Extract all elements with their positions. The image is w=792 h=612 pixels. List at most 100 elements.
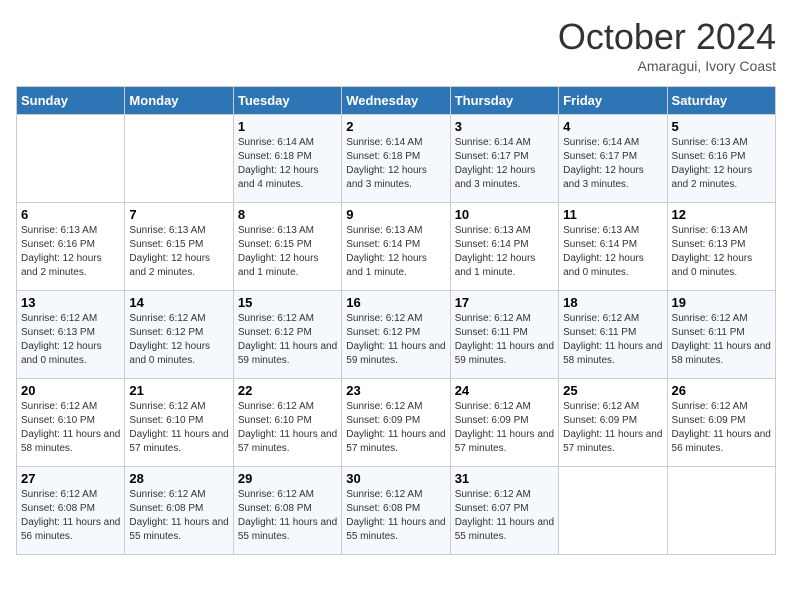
calendar-cell: 25Sunrise: 6:12 AM Sunset: 6:09 PM Dayli…	[559, 379, 667, 467]
day-info: Sunrise: 6:12 AM Sunset: 6:09 PM Dayligh…	[672, 400, 771, 456]
calendar-cell: 26 Sunrise: 6:12 AM Sunset: 6:09 PM Dayli…	[667, 379, 775, 467]
page-header: General Blue October 2024 Amaragui, Ivor…	[16, 16, 776, 74]
day-info: Sunrise: 6:12 AM Sunset: 6:10 PM Dayligh…	[21, 400, 120, 456]
day-number: 23	[346, 383, 445, 398]
calendar-cell: 14 Sunrise: 6:12 AM Sunset: 6:12 PM Dayli…	[125, 291, 233, 379]
day-of-week-thursday: Thursday	[450, 87, 558, 115]
day-number: 5	[672, 119, 771, 134]
day-info: Sunrise: 6:12 AM Sunset: 6:09 PM Dayligh…	[346, 400, 445, 456]
day-number: 31	[455, 471, 554, 486]
day-info: Sunrise: 6:12 AM Sunset: 6:10 PM Dayligh…	[238, 400, 337, 456]
day-info: Sunrise: 6:12 AM Sunset: 6:07 PM Dayligh…	[455, 488, 554, 544]
calendar-cell: 13Sunrise: 6:12 AM Sunset: 6:13 PM Dayli…	[17, 291, 125, 379]
day-info: Sunrise: 6:14 AM Sunset: 6:17 PM Dayligh…	[563, 136, 662, 192]
day-number: 17	[455, 295, 554, 310]
day-number: 30	[346, 471, 445, 486]
day-number: 28	[129, 471, 228, 486]
day-info: Sunrise: 6:12 AM Sunset: 6:12 PM Dayligh…	[346, 312, 445, 368]
day-number: 26	[672, 383, 771, 398]
day-info: Sunrise: 6:12 AM Sunset: 6:08 PM Dayligh…	[21, 488, 120, 544]
day-info: Sunrise: 6:12 AM Sunset: 6:11 PM Dayligh…	[455, 312, 554, 368]
day-number: 22	[238, 383, 337, 398]
calendar-week-row: 6Sunrise: 6:13 AM Sunset: 6:16 PM Daylig…	[17, 203, 776, 291]
day-info: Sunrise: 6:12 AM Sunset: 6:08 PM Dayligh…	[238, 488, 337, 544]
calendar-cell: 8 Sunrise: 6:13 AM Sunset: 6:15 PM Daylig…	[233, 203, 341, 291]
day-number: 18	[563, 295, 662, 310]
day-number: 1	[238, 119, 337, 134]
day-number: 2	[346, 119, 445, 134]
calendar-cell: 5 Sunrise: 6:13 AM Sunset: 6:16 PM Daylig…	[667, 115, 775, 203]
day-info: Sunrise: 6:13 AM Sunset: 6:16 PM Dayligh…	[672, 136, 771, 192]
day-number: 9	[346, 207, 445, 222]
day-number: 6	[21, 207, 120, 222]
calendar-cell: 12 Sunrise: 6:13 AM Sunset: 6:13 PM Dayli…	[667, 203, 775, 291]
calendar-cell: 3 Sunrise: 6:14 AM Sunset: 6:17 PM Daylig…	[450, 115, 558, 203]
calendar-week-row: 20 Sunrise: 6:12 AM Sunset: 6:10 PM Dayli…	[17, 379, 776, 467]
location: Amaragui, Ivory Coast	[558, 58, 776, 74]
calendar-cell: 17 Sunrise: 6:12 AM Sunset: 6:11 PM Dayli…	[450, 291, 558, 379]
day-info: Sunrise: 6:14 AM Sunset: 6:17 PM Dayligh…	[455, 136, 554, 192]
day-info: Sunrise: 6:12 AM Sunset: 6:09 PM Dayligh…	[455, 400, 554, 456]
calendar-cell: 30 Sunrise: 6:12 AM Sunset: 6:08 PM Dayli…	[342, 467, 450, 555]
calendar-cell: 31 Sunrise: 6:12 AM Sunset: 6:07 PM Dayli…	[450, 467, 558, 555]
day-number: 15	[238, 295, 337, 310]
day-number: 11	[563, 207, 662, 222]
day-info: Sunrise: 6:14 AM Sunset: 6:18 PM Dayligh…	[346, 136, 445, 192]
day-info: Sunrise: 6:12 AM Sunset: 6:08 PM Dayligh…	[129, 488, 228, 544]
day-info: Sunrise: 6:12 AM Sunset: 6:12 PM Dayligh…	[129, 312, 228, 368]
day-of-week-friday: Friday	[559, 87, 667, 115]
calendar-week-row: 13Sunrise: 6:12 AM Sunset: 6:13 PM Dayli…	[17, 291, 776, 379]
calendar-cell: 2 Sunrise: 6:14 AM Sunset: 6:18 PM Daylig…	[342, 115, 450, 203]
calendar-cell: 18 Sunrise: 6:12 AM Sunset: 6:11 PM Dayli…	[559, 291, 667, 379]
day-of-week-monday: Monday	[125, 87, 233, 115]
day-number: 8	[238, 207, 337, 222]
calendar-cell: 15 Sunrise: 6:12 AM Sunset: 6:12 PM Dayli…	[233, 291, 341, 379]
day-number: 21	[129, 383, 228, 398]
calendar-header-row: SundayMondayTuesdayWednesdayThursdayFrid…	[17, 87, 776, 115]
day-number: 12	[672, 207, 771, 222]
day-number: 16	[346, 295, 445, 310]
day-info: Sunrise: 6:14 AM Sunset: 6:18 PM Dayligh…	[238, 136, 337, 192]
day-number: 3	[455, 119, 554, 134]
day-number: 14	[129, 295, 228, 310]
calendar-cell: 6Sunrise: 6:13 AM Sunset: 6:16 PM Daylig…	[17, 203, 125, 291]
day-number: 13	[21, 295, 120, 310]
day-number: 24	[455, 383, 554, 398]
day-info: Sunrise: 6:12 AM Sunset: 6:11 PM Dayligh…	[563, 312, 662, 368]
day-info: Sunrise: 6:12 AM Sunset: 6:08 PM Dayligh…	[346, 488, 445, 544]
calendar-cell: 21 Sunrise: 6:12 AM Sunset: 6:10 PM Dayli…	[125, 379, 233, 467]
day-of-week-sunday: Sunday	[17, 87, 125, 115]
day-info: Sunrise: 6:13 AM Sunset: 6:14 PM Dayligh…	[455, 224, 554, 280]
day-info: Sunrise: 6:12 AM Sunset: 6:09 PM Dayligh…	[563, 400, 662, 456]
day-number: 20	[21, 383, 120, 398]
calendar-table: SundayMondayTuesdayWednesdayThursdayFrid…	[16, 86, 776, 555]
calendar-cell: 27 Sunrise: 6:12 AM Sunset: 6:08 PM Dayli…	[17, 467, 125, 555]
calendar-week-row: 1 Sunrise: 6:14 AM Sunset: 6:18 PM Daylig…	[17, 115, 776, 203]
calendar-cell	[17, 115, 125, 203]
day-number: 10	[455, 207, 554, 222]
day-of-week-tuesday: Tuesday	[233, 87, 341, 115]
day-info: Sunrise: 6:12 AM Sunset: 6:10 PM Dayligh…	[129, 400, 228, 456]
day-number: 29	[238, 471, 337, 486]
day-info: Sunrise: 6:13 AM Sunset: 6:13 PM Dayligh…	[672, 224, 771, 280]
calendar-cell: 24 Sunrise: 6:12 AM Sunset: 6:09 PM Dayli…	[450, 379, 558, 467]
calendar-cell: 22 Sunrise: 6:12 AM Sunset: 6:10 PM Dayli…	[233, 379, 341, 467]
day-info: Sunrise: 6:13 AM Sunset: 6:14 PM Dayligh…	[346, 224, 445, 280]
day-info: Sunrise: 6:13 AM Sunset: 6:15 PM Dayligh…	[129, 224, 228, 280]
calendar-cell: 23 Sunrise: 6:12 AM Sunset: 6:09 PM Dayli…	[342, 379, 450, 467]
calendar-cell: 19Sunrise: 6:12 AM Sunset: 6:11 PM Dayli…	[667, 291, 775, 379]
calendar-cell: 11Sunrise: 6:13 AM Sunset: 6:14 PM Dayli…	[559, 203, 667, 291]
day-number: 27	[21, 471, 120, 486]
day-number: 4	[563, 119, 662, 134]
calendar-cell: 1 Sunrise: 6:14 AM Sunset: 6:18 PM Daylig…	[233, 115, 341, 203]
day-info: Sunrise: 6:12 AM Sunset: 6:12 PM Dayligh…	[238, 312, 337, 368]
calendar-cell: 10 Sunrise: 6:13 AM Sunset: 6:14 PM Dayli…	[450, 203, 558, 291]
calendar-cell: 29 Sunrise: 6:12 AM Sunset: 6:08 PM Dayli…	[233, 467, 341, 555]
day-info: Sunrise: 6:12 AM Sunset: 6:11 PM Dayligh…	[672, 312, 771, 368]
calendar-cell	[125, 115, 233, 203]
day-number: 7	[129, 207, 228, 222]
day-info: Sunrise: 6:13 AM Sunset: 6:15 PM Dayligh…	[238, 224, 337, 280]
calendar-cell: 20 Sunrise: 6:12 AM Sunset: 6:10 PM Dayli…	[17, 379, 125, 467]
month-title: October 2024	[558, 16, 776, 58]
day-of-week-wednesday: Wednesday	[342, 87, 450, 115]
